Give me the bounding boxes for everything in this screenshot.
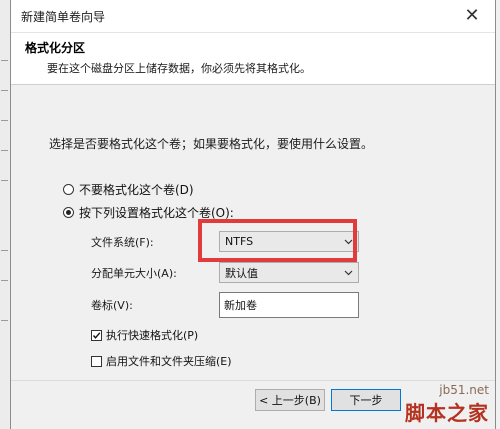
allocation-label: 分配单元大小(A): (91, 267, 177, 280)
wizard-footer: < 上一步(B) 下一步 jb51.net 脚本之家 (11, 380, 495, 429)
checkmark-icon (92, 331, 101, 339)
filesystem-select[interactable]: NTFS (219, 231, 359, 252)
close-icon: ✕ (464, 5, 480, 26)
wizard-body: 选择是否要格式化这个卷；如果要格式化，要使用什么设置。 不要格式化这个卷(D) … (11, 85, 495, 380)
compression-checkbox[interactable]: 启用文件和文件夹压缩(E) (91, 353, 232, 369)
compression-label: 启用文件和文件夹压缩(E) (106, 355, 232, 368)
allocation-select[interactable]: 默认值 (219, 262, 359, 283)
prompt-text: 选择是否要格式化这个卷；如果要格式化，要使用什么设置。 (49, 137, 374, 151)
radio-no-format-circle[interactable] (63, 184, 74, 195)
radio-format[interactable]: 按下列设置格式化这个卷(O): (63, 204, 234, 221)
chevron-down-icon (344, 239, 353, 245)
filesystem-label: 文件系统(F): (91, 236, 154, 249)
back-button[interactable]: < 上一步(B) (255, 389, 325, 411)
page-title: 格式化分区 (25, 41, 86, 55)
radio-no-format[interactable]: 不要格式化这个卷(D) (63, 181, 194, 198)
filesystem-value: NTFS (225, 235, 254, 248)
radio-format-label: 按下列设置格式化这个卷(O): (79, 206, 234, 220)
wizard-header: 格式化分区 要在这个磁盘分区上储存数据，你必须先将其格式化。 (11, 33, 495, 85)
volume-label-label: 卷标(V): (91, 299, 133, 312)
wizard-window: 新建简单卷向导 ✕ 格式化分区 要在这个磁盘分区上储存数据，你必须先将其格式化。… (10, 0, 496, 429)
watermark: jb51.net 脚本之家 (405, 383, 489, 426)
title-bar: 新建简单卷向导 ✕ (11, 0, 495, 33)
volume-label-value: 新加卷 (224, 299, 257, 312)
next-button[interactable]: 下一步 (331, 389, 401, 411)
window-title: 新建简单卷向导 (21, 9, 106, 24)
quick-format-box[interactable] (91, 329, 102, 341)
watermark-url: jb51.net (439, 383, 489, 397)
volume-label-input[interactable]: 新加卷 (219, 292, 359, 318)
quick-format-label: 执行快速格式化(P) (106, 329, 199, 342)
screen: 新建简单卷向导 ✕ 格式化分区 要在这个磁盘分区上储存数据，你必须先将其格式化。… (0, 0, 500, 429)
radio-format-circle[interactable] (63, 207, 74, 218)
radio-no-format-label: 不要格式化这个卷(D) (79, 183, 194, 197)
compression-box[interactable] (91, 355, 102, 367)
page-subtitle: 要在这个磁盘分区上储存数据，你必须先将其格式化。 (47, 62, 311, 75)
chevron-down-icon (344, 270, 353, 276)
radio-selected-dot (66, 210, 71, 215)
close-button[interactable]: ✕ (449, 0, 495, 32)
watermark-brand: 脚本之家 (405, 401, 489, 425)
quick-format-checkbox[interactable]: 执行快速格式化(P) (91, 327, 198, 343)
allocation-value: 默认值 (225, 266, 258, 280)
